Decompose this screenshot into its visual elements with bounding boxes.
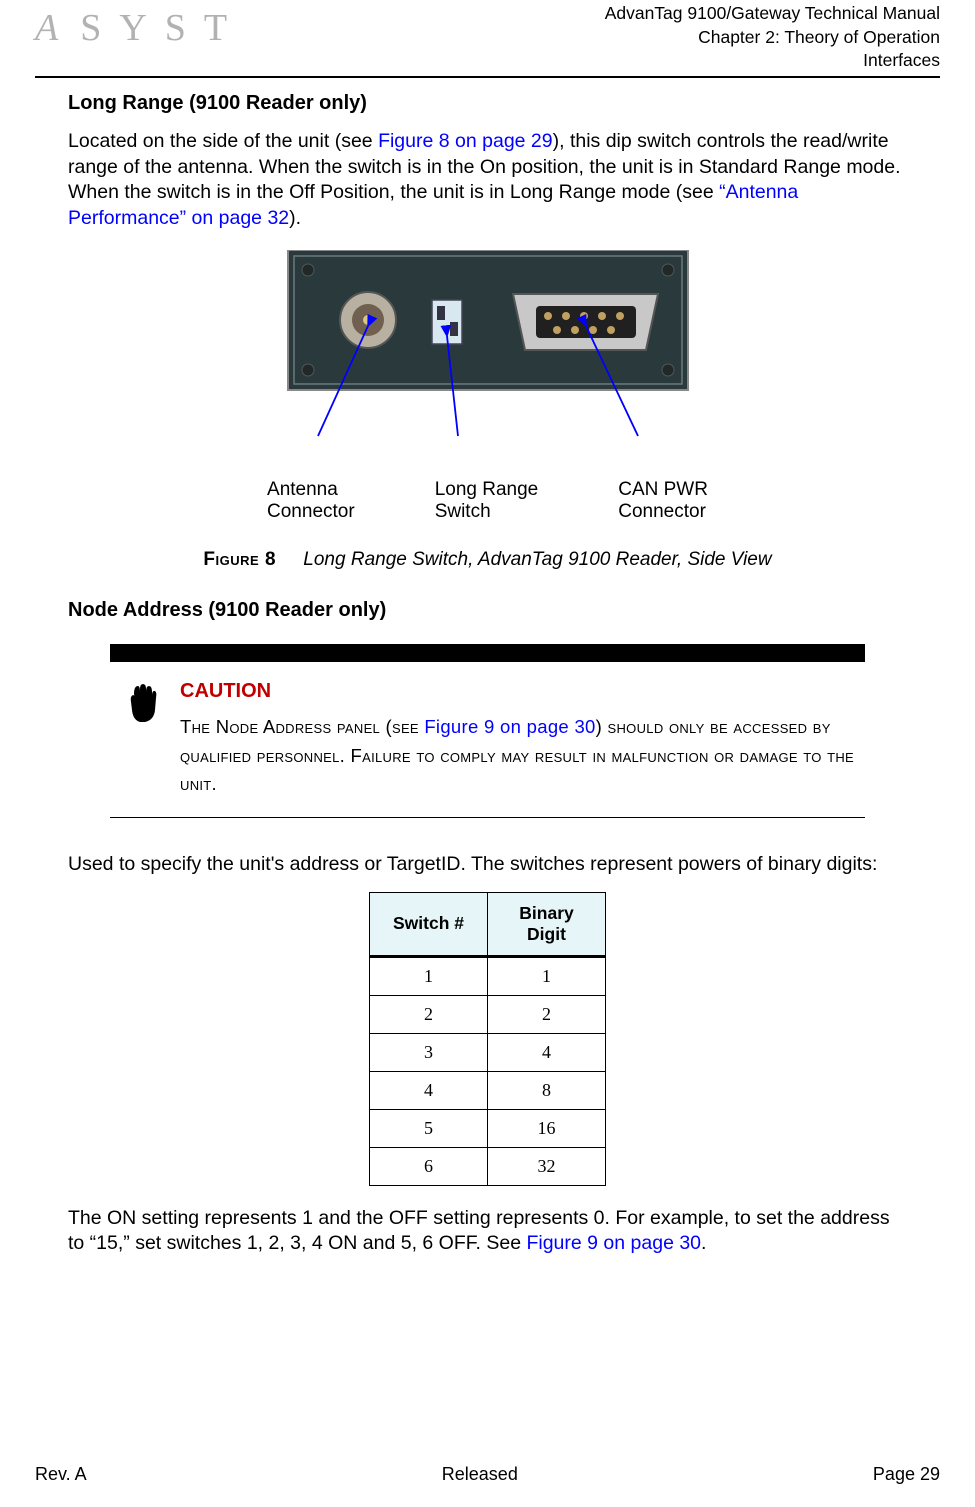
cell: 2 <box>488 995 606 1033</box>
paragraph-long-range: Located on the side of the unit (see Fig… <box>68 129 907 232</box>
caution-bar <box>110 644 865 662</box>
figure-number: Figure 8 <box>203 549 276 570</box>
table-row: 48 <box>370 1071 606 1109</box>
text: Connector <box>267 501 355 522</box>
callout-antenna: Antenna Connector <box>267 479 355 523</box>
caution-block: CAUTION The Node Address panel (see Figu… <box>110 644 865 818</box>
cell: 6 <box>370 1147 488 1185</box>
cell: 4 <box>488 1033 606 1071</box>
cell: 4 <box>370 1071 488 1109</box>
cell: 1 <box>370 956 488 995</box>
page-number: Page 29 <box>873 1464 940 1485</box>
hand-icon <box>128 680 158 799</box>
doc-title: AdvanTag 9100/Gateway Technical Manual <box>605 2 940 26</box>
cell: 3 <box>370 1033 488 1071</box>
callout-can-pwr: CAN PWR Connector <box>618 479 708 523</box>
text: The Node Address panel (see <box>180 716 424 737</box>
cell: 32 <box>488 1147 606 1185</box>
table-row: 22 <box>370 995 606 1033</box>
revision: Rev. A <box>35 1464 87 1485</box>
heading-long-range: Long Range (9100 Reader only) <box>68 92 907 115</box>
figure-8-caption: Figure 8 Long Range Switch, AdvanTag 910… <box>68 549 907 571</box>
callout-long-range-switch: Long Range Switch <box>435 479 539 523</box>
table-header: Switch # <box>370 892 488 956</box>
switch-table: Switch # Binary Digit 11 22 34 48 516 63… <box>369 892 606 1186</box>
xref-figure-8[interactable]: Figure 8 on page 29 <box>378 130 553 152</box>
text: ). <box>289 207 301 229</box>
caution-title: CAUTION <box>180 680 857 703</box>
table-header: Binary Digit <box>488 892 606 956</box>
table-row: 34 <box>370 1033 606 1071</box>
caution-message: The Node Address panel (see Figure 9 on … <box>180 713 857 799</box>
page-footer: Rev. A Released Page 29 <box>35 1464 940 1485</box>
release-status: Released <box>442 1464 518 1485</box>
cell: 2 <box>370 995 488 1033</box>
logo: ASYST <box>35 6 245 50</box>
figure-8: Antenna Connector Long Range Switch CAN … <box>68 250 907 571</box>
xref-figure-9[interactable]: Figure 9 on page 30 <box>424 716 595 737</box>
heading-node-address: Node Address (9100 Reader only) <box>68 599 907 622</box>
text: Located on the side of the unit (see <box>68 130 378 152</box>
cell: 16 <box>488 1109 606 1147</box>
cell: 5 <box>370 1109 488 1147</box>
page-header: ASYST AdvanTag 9100/Gateway Technical Ma… <box>35 0 940 78</box>
section-title: Interfaces <box>605 49 940 73</box>
text: Antenna <box>267 479 338 500</box>
table-row: 632 <box>370 1147 606 1185</box>
text: CAN PWR <box>618 479 708 500</box>
header-meta: AdvanTag 9100/Gateway Technical Manual C… <box>605 2 940 73</box>
text: . <box>701 1232 706 1254</box>
xref-figure-9[interactable]: Figure 9 on page 30 <box>526 1232 701 1254</box>
side-view-diagram <box>248 250 728 470</box>
chapter-title: Chapter 2: Theory of Operation <box>605 26 940 50</box>
text: Connector <box>618 501 706 522</box>
paragraph-targetid: Used to specify the unit's address or Ta… <box>68 852 907 878</box>
text: The ON setting represents 1 and the OFF … <box>68 1207 890 1255</box>
figure-title: Long Range Switch, AdvanTag 9100 Reader,… <box>303 549 771 570</box>
text: Switch <box>435 501 491 522</box>
table-row: 11 <box>370 956 606 995</box>
table-row: 516 <box>370 1109 606 1147</box>
cell: 1 <box>488 956 606 995</box>
paragraph-on-off: The ON setting represents 1 and the OFF … <box>68 1206 907 1257</box>
text: Long Range <box>435 479 539 500</box>
cell: 8 <box>488 1071 606 1109</box>
